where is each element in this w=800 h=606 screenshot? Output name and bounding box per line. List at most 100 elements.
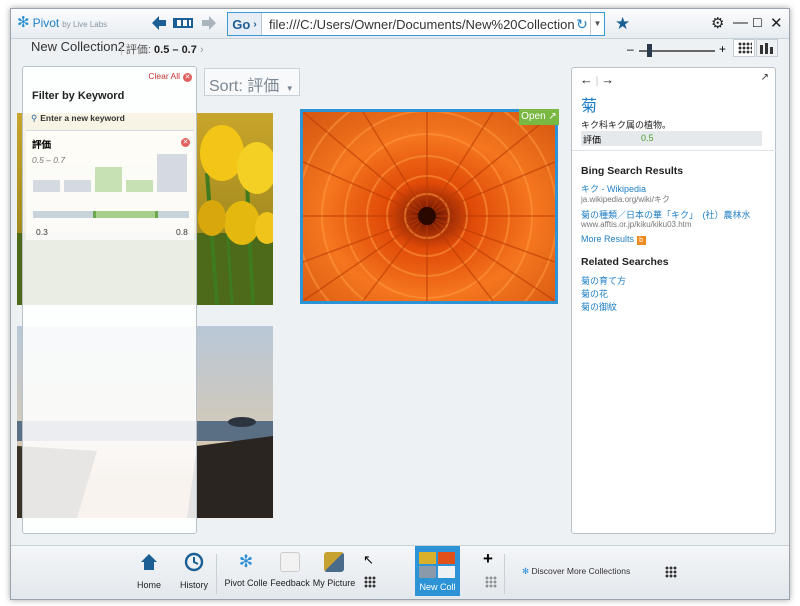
settings-gear-icon[interactable]: ⚙ (711, 14, 724, 32)
my-pictures-label: My Picture (312, 578, 356, 588)
grid-view-button[interactable] (733, 39, 755, 57)
filter-title: Filter by Keyword (32, 90, 125, 102)
info-collapse-icon[interactable]: ↗ (761, 72, 769, 83)
title-bar: ✻ Pivot by Live Labs Go › file:///C:/User… (11, 9, 789, 39)
divider (216, 554, 217, 594)
pivot-collection-label: Pivot Colle (224, 578, 268, 588)
graph-view-button[interactable] (756, 39, 778, 57)
grid-menu-icon[interactable] (364, 576, 376, 588)
history-label: History (179, 580, 208, 590)
feedback-icon (280, 552, 300, 572)
facet-range: 0.5 – 0.7 (32, 155, 66, 165)
related-link[interactable]: 菊の育て方 (581, 274, 626, 287)
pivot-logo-icon: ✻ (17, 14, 30, 31)
expand-arrow-icon[interactable]: ↖ (363, 552, 374, 568)
breadcrumb[interactable]: | 評価: 0.5 – 0.7 › (120, 41, 204, 57)
info-back-icon[interactable]: ← (580, 72, 593, 87)
close-icon[interactable]: ✕ (770, 14, 783, 32)
my-pictures-button[interactable]: My Picture (312, 546, 356, 599)
divider (504, 554, 505, 594)
collection-title: New Collection2 (31, 39, 125, 54)
bing-heading: Bing Search Results (581, 165, 684, 177)
app-name: Pivot (32, 15, 60, 30)
maximize-icon[interactable]: ☐ (752, 16, 763, 30)
history-button[interactable]: History (177, 546, 211, 599)
divider (572, 150, 777, 151)
sort-dropdown[interactable]: Sort: 評価 ▼ (204, 68, 300, 96)
histogram-bar[interactable] (33, 180, 60, 192)
discover-label: Discover More Collections (531, 566, 631, 576)
active-collection-label: New Coll (419, 582, 456, 592)
pictures-icon (324, 552, 344, 572)
search-result-url: ja.wikipedia.org/wiki/キク (581, 195, 670, 204)
more-results-link[interactable]: More Results b (581, 234, 646, 245)
item-description: キク科キク属の植物。 (581, 120, 672, 130)
app-by: by Live Labs (62, 19, 108, 29)
feedback-button[interactable]: Feedback (269, 546, 311, 599)
bottom-toolbar: Home History ✻ Pivot Colle Feedback My P… (11, 545, 789, 599)
sort-label: Sort: 評価 (209, 78, 280, 95)
forward-arrow-icon[interactable] (201, 15, 217, 31)
field-key: 評価 (583, 135, 602, 145)
keyword-input[interactable]: ⚲ Enter a new keyword (31, 113, 125, 124)
bing-icon: b (636, 236, 646, 245)
grid-view-icon (738, 42, 752, 54)
collection-thumbnail-icon (419, 552, 455, 578)
app-logo: ✻ Pivot by Live Labs (17, 15, 107, 30)
info-panel: ← | → ↗ 菊 キク科キク属の植物。 評価 0.5 Bing Search … (571, 67, 777, 534)
filter-panel: Clear All ✕ Filter by Keyword ⚲ Enter a ne… (22, 66, 197, 534)
zoom-in-icon[interactable]: + (719, 42, 726, 56)
open-item-button[interactable]: Open ↗ (519, 109, 559, 125)
histogram-bar[interactable] (64, 180, 91, 192)
active-collection-tab[interactable]: New Coll (415, 546, 460, 596)
grid-menu-icon[interactable] (665, 566, 677, 578)
range-slider-selection[interactable] (93, 211, 158, 218)
clock-icon (184, 552, 204, 572)
back-arrow-icon[interactable] (151, 15, 167, 31)
address-dropdown-icon[interactable]: ▼ (590, 13, 604, 35)
keyword-placeholder: Enter a new keyword (40, 113, 125, 123)
breadcrumb-key: 評価: (125, 44, 151, 56)
info-forward-icon[interactable]: → (601, 72, 614, 87)
histogram-bar[interactable] (157, 154, 187, 192)
search-icon: ⚲ (31, 113, 38, 123)
related-heading: Related Searches (581, 256, 669, 268)
selected-item-frame (300, 109, 558, 304)
refresh-icon[interactable]: ↻ (574, 16, 590, 33)
related-link[interactable]: 菊の御紋 (581, 300, 617, 313)
go-button[interactable]: Go › (228, 13, 262, 35)
home-icon (141, 554, 157, 570)
clear-all-x-icon: ✕ (183, 73, 192, 82)
favorites-star-icon[interactable]: ★ (615, 14, 630, 34)
add-collection-icon[interactable]: + (483, 549, 493, 569)
bar-graph-icon (760, 43, 773, 54)
facet-clear-icon[interactable]: ✕ (181, 138, 190, 147)
feedback-label: Feedback (270, 578, 310, 588)
range-min: 0.3 (36, 227, 48, 237)
facet-name: 評価 (32, 140, 52, 151)
zoom-thumb[interactable] (647, 44, 652, 57)
zoom-out-icon[interactable]: – (627, 42, 634, 56)
item-title: 菊 (581, 98, 598, 115)
home-button[interactable]: Home (135, 546, 163, 599)
related-link[interactable]: 菊の花 (581, 287, 608, 300)
zoom-slider[interactable]: – + (623, 42, 728, 58)
info-nav: ← | → (580, 72, 615, 87)
range-slider-track[interactable] (33, 211, 189, 218)
grid-menu-icon[interactable] (485, 576, 497, 588)
discover-collections-link[interactable]: ✻ Discover More Collections (522, 566, 630, 577)
pivot-window: ✻ Pivot by Live Labs Go › file:///C:/User… (10, 8, 790, 600)
histogram-bar[interactable] (126, 180, 153, 192)
item-field-row[interactable]: 評価 0.5 (581, 131, 762, 146)
more-results-label: More Results (581, 234, 635, 244)
address-bar: Go › file:///C:/Users/Owner/Documents/New… (227, 12, 605, 36)
range-max: 0.8 (176, 227, 188, 237)
facet-rating: 評価 ✕ 0.5 – 0.7 0.3 0.8 (26, 130, 194, 240)
clear-all-button[interactable]: Clear All ✕ (148, 71, 192, 82)
field-value: 0.5 (641, 133, 654, 143)
pivot-collection-button[interactable]: ✻ Pivot Colle (223, 546, 269, 599)
minimize-icon[interactable]: — (733, 14, 748, 31)
history-grid-icon[interactable] (173, 18, 193, 28)
url-input[interactable]: file:///C:/Users/Owner/Documents/New%20C… (262, 17, 574, 32)
histogram-bar[interactable] (95, 167, 122, 192)
